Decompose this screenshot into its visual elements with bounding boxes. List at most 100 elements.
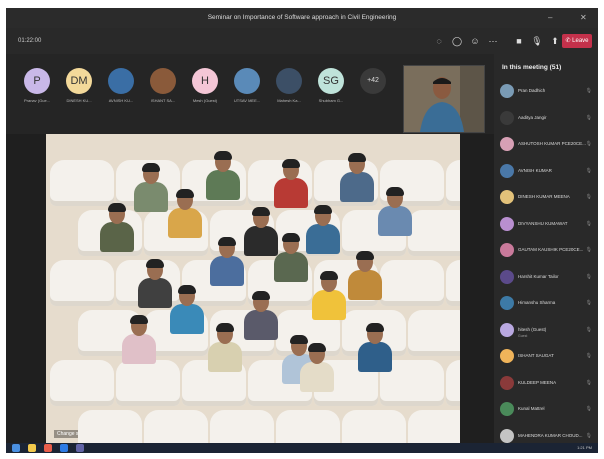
participant-name: ASHUTOSH KUMAR PCE20CE... xyxy=(518,141,586,146)
muted-mic-icon: 🎙 xyxy=(585,379,592,386)
panel-title: In this meeting (51) xyxy=(502,64,562,71)
attendee-video xyxy=(242,291,280,340)
strip-avatar[interactable]: H xyxy=(192,68,218,94)
more-options-icon[interactable]: ⋯ xyxy=(486,34,500,48)
share-icon[interactable]: ⬆ xyxy=(548,34,562,48)
title-bar: Seminar on Importance of Software approa… xyxy=(6,8,598,28)
participant-row[interactable]: GAUTAM KAUSHIK PCE20CE... 🎙 xyxy=(500,241,596,265)
camera-icon[interactable]: ■ xyxy=(512,34,526,48)
strip-avatar[interactable] xyxy=(276,68,302,94)
participant-row[interactable]: Aaditya Jangir 🎙 xyxy=(500,109,596,133)
strip-participant-name: DINESH KU... xyxy=(66,98,92,103)
strip-avatar[interactable] xyxy=(234,68,260,94)
muted-mic-icon: 🎙 xyxy=(585,88,592,94)
strip-participant-name: AVNISH KU... xyxy=(108,98,134,103)
strip-avatar[interactable] xyxy=(150,68,176,94)
participant-name: Harshit Kumar Tailor xyxy=(518,273,559,279)
participant-row[interactable]: KULDEEP MEENA 🎙 xyxy=(500,374,596,398)
participant-role: Guest xyxy=(518,333,528,338)
participant-avatar xyxy=(500,322,514,337)
taskbar-clock: 1:21 PM xyxy=(577,445,592,450)
theater-seat xyxy=(50,260,114,306)
attendee-video xyxy=(338,153,376,202)
strip-participant-name: ISHANT SA... xyxy=(150,98,176,103)
participant-avatar xyxy=(500,84,514,98)
attendee-video xyxy=(376,187,414,236)
participant-row[interactable]: AVNISH KUMAR 🎙 xyxy=(500,162,596,186)
strip-participant-name: Mesh (Guest) xyxy=(192,98,218,103)
attendee-video xyxy=(356,323,394,372)
teams-icon[interactable] xyxy=(76,444,84,452)
attendee-video xyxy=(208,237,246,286)
together-mode-stage: Change scene xyxy=(46,134,460,444)
participant-row[interactable]: ISHANT SAUGAT 🎙 xyxy=(500,347,596,371)
participant-name: Pran Dadhich xyxy=(518,88,546,93)
strip-participant-name: Mahesh Ka... xyxy=(277,98,301,103)
participant-name: MAHENDRA KUMAR CHOUD... xyxy=(518,432,583,438)
word-icon[interactable] xyxy=(60,444,68,452)
participant-row[interactable]: Harshit Kumar Tailor 🎙 xyxy=(500,268,596,292)
theater-seat xyxy=(408,310,460,356)
folder-icon[interactable] xyxy=(28,444,36,452)
participant-avatar xyxy=(500,402,514,416)
strip-avatar[interactable]: P xyxy=(24,68,50,94)
participant-name: KULDEEP MEENA xyxy=(518,379,557,385)
reactions-icon[interactable]: ☺ xyxy=(468,34,482,48)
participant-row[interactable]: DIVYANSHU KUMAWAT 🎙 xyxy=(500,215,596,239)
participant-name: Aaditya Jangir xyxy=(518,114,547,120)
strip-avatar[interactable] xyxy=(108,68,134,94)
teams-window: Seminar on Importance of Software approa… xyxy=(6,8,598,453)
participant-row[interactable]: ASHUTOSH KUMAR PCE20CE... 🎙 xyxy=(500,135,596,159)
participant-avatar xyxy=(500,137,514,151)
strip-participant-name: UTSAV MEE... xyxy=(233,98,261,103)
participant-name: hitesh (Guest) xyxy=(518,326,547,332)
participant-avatar xyxy=(500,190,514,204)
attendee-video xyxy=(204,151,242,200)
muted-mic-icon: 🎙 xyxy=(585,141,592,147)
muted-mic-icon: 🎙 xyxy=(585,353,592,359)
attendee-video xyxy=(272,159,310,208)
muted-mic-icon: 🎙 xyxy=(585,432,592,439)
attendee-video xyxy=(346,251,384,300)
participant-avatar xyxy=(500,216,514,231)
chat-icon[interactable]: ◯ xyxy=(450,34,464,48)
strip-participant-name: Pranav (Gue... xyxy=(23,98,50,103)
theater-seat xyxy=(210,410,274,444)
people-icon[interactable]: ◌ xyxy=(432,34,446,48)
theater-seat xyxy=(408,210,460,256)
strip-avatar[interactable]: DM xyxy=(66,68,92,94)
mic-icon[interactable]: 🎙 xyxy=(530,34,544,48)
participant-avatar xyxy=(500,110,514,125)
start-icon[interactable] xyxy=(12,444,20,452)
theater-seat xyxy=(446,160,460,206)
strip-avatar[interactable]: SG xyxy=(318,68,344,94)
close-icon[interactable]: ✕ xyxy=(580,13,587,22)
participant-row[interactable]: Pran Dadhich 🎙 xyxy=(500,82,596,106)
participant-avatar xyxy=(500,243,514,257)
participant-row[interactable]: hitesh (Guest) Guest 🎙 xyxy=(500,321,596,345)
participant-avatar xyxy=(500,375,514,390)
theater-seat xyxy=(446,260,460,306)
participant-row[interactable]: Kunal Mattrel 🎙 xyxy=(500,400,596,424)
participant-name: AVNISH KUMAR xyxy=(518,167,552,173)
self-video-feed xyxy=(404,66,484,132)
participant-row[interactable]: Himanshu Sharma 🎙 xyxy=(500,294,596,318)
minimize-icon[interactable]: – xyxy=(548,13,552,22)
theater-seat xyxy=(116,360,180,406)
strip-avatar[interactable]: +42 xyxy=(360,68,386,94)
participant-avatar xyxy=(500,428,514,443)
chrome-icon[interactable] xyxy=(44,444,52,452)
participant-name: DINESH KUMAR MEENA xyxy=(518,194,570,199)
muted-mic-icon: 🎙 xyxy=(585,273,592,280)
theater-seat xyxy=(380,260,444,306)
muted-mic-icon: 🎙 xyxy=(585,326,592,333)
participant-row[interactable]: DINESH KUMAR MEENA 🎙 xyxy=(500,188,596,212)
taskbar: 1:21 PM xyxy=(6,443,598,453)
theater-seat xyxy=(276,410,340,444)
muted-mic-icon: 🎙 xyxy=(585,406,592,412)
attendee-video xyxy=(206,323,244,372)
muted-mic-icon: 🎙 xyxy=(585,247,592,253)
leave-button[interactable]: ✆ Leave xyxy=(562,34,592,48)
muted-mic-icon: 🎙 xyxy=(585,220,592,227)
participant-name: Kunal Mattrel xyxy=(518,406,545,411)
